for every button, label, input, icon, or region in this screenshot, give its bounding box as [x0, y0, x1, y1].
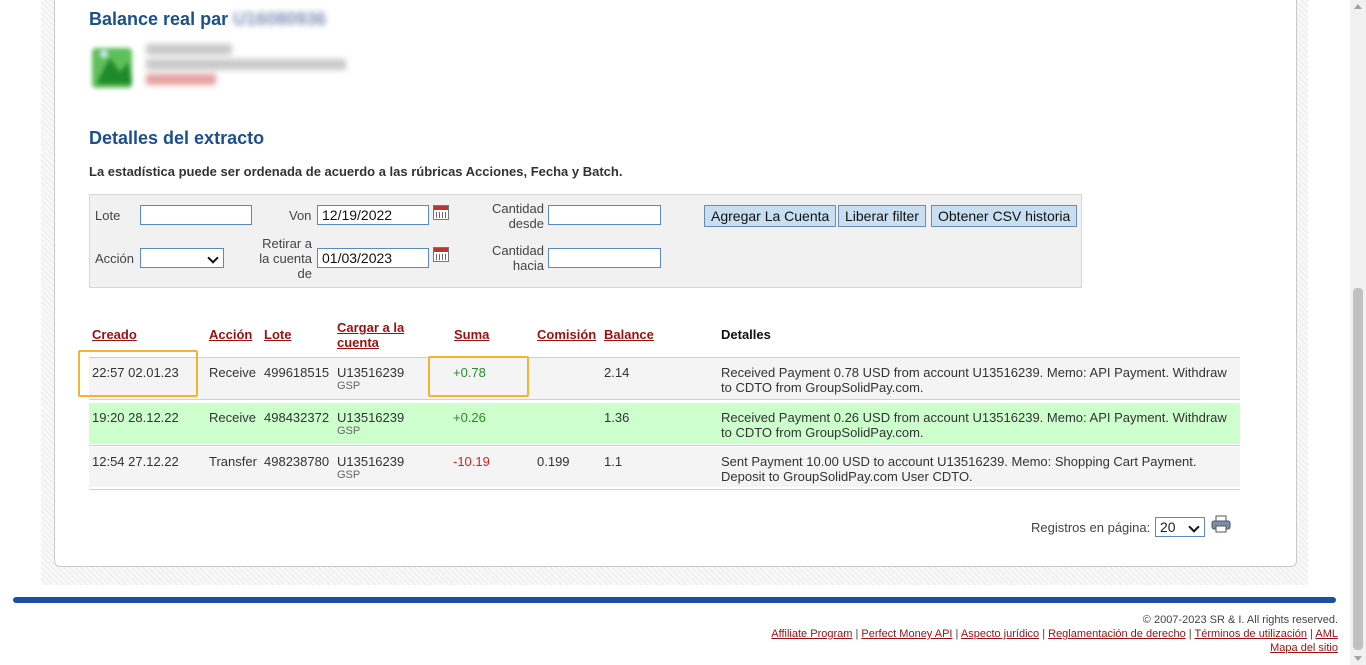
von-date-input[interactable]: [317, 205, 429, 225]
footer-links: Affiliate Program | Perfect Money API | …: [771, 628, 1338, 654]
col-header-suma[interactable]: Suma: [454, 327, 489, 342]
von-label: Von: [289, 208, 312, 223]
lote-input[interactable]: [140, 205, 252, 225]
balance-info-blurred: [146, 44, 346, 89]
retirar-label: Retirar a la cuenta de: [259, 236, 312, 281]
col-header-comision[interactable]: Comisión: [537, 327, 596, 342]
print-icon[interactable]: [1211, 515, 1231, 533]
highlight-amount: [428, 356, 529, 397]
scroll-up-icon[interactable]: [1354, 4, 1362, 9]
divider: [89, 445, 1240, 446]
col-header-cuenta[interactable]: Cargar a la cuenta: [337, 320, 404, 350]
account-id-blurred: U16080936: [233, 9, 327, 29]
footer-link-terms[interactable]: Términos de utilización: [1195, 628, 1308, 640]
scrollbar[interactable]: [1350, 0, 1366, 665]
col-header-creado[interactable]: Creado: [92, 327, 137, 342]
cantidad-desde-label: Cantidad desde: [491, 201, 544, 231]
cantidad-desde-input[interactable]: [548, 205, 661, 225]
footer-link-regulation[interactable]: Reglamentación de derecho: [1048, 628, 1186, 640]
retirar-date-input[interactable]: [317, 248, 429, 268]
lote-label: Lote: [95, 208, 121, 223]
col-header-balance[interactable]: Balance: [604, 327, 654, 342]
highlight-created-date: [78, 350, 198, 397]
wallet-icon: [92, 48, 132, 88]
col-header-accion[interactable]: Acción: [209, 327, 252, 342]
add-account-button[interactable]: Agregar La Cuenta: [704, 205, 837, 227]
footer-link-api[interactable]: Perfect Money API: [861, 628, 952, 640]
scroll-down-icon[interactable]: [1354, 656, 1362, 661]
accion-label: Acción: [95, 251, 135, 266]
footer-link-aml[interactable]: AML: [1315, 628, 1338, 640]
balance-title: Balance real par U16080936: [89, 9, 327, 29]
chevron-down-icon: [207, 252, 219, 264]
col-header-lote[interactable]: Lote: [264, 327, 291, 342]
cantidad-hasta-label: Cantidad hacia: [491, 243, 544, 273]
footer-link-legal[interactable]: Aspecto jurídico: [961, 628, 1039, 640]
accion-select[interactable]: [140, 248, 224, 268]
records-per-page-select[interactable]: 20: [1155, 517, 1205, 537]
chevron-down-icon: [1188, 521, 1200, 533]
footer-link-sitemap[interactable]: Mapa del sitio: [1270, 642, 1338, 654]
table-row: 19:20 28.12.22 Receive 498432372 U135162…: [89, 403, 1240, 444]
table-row: 22:57 02.01.23 Receive 499618515 U135162…: [89, 358, 1240, 399]
intro-text: La estadística puede ser ordenada de acu…: [89, 164, 623, 179]
divider: [89, 399, 1240, 400]
calendar-icon[interactable]: [433, 247, 449, 262]
copyright: © 2007-2023 SR & I. All rights reserved.: [1142, 614, 1338, 626]
divider: [89, 489, 1240, 490]
records-per-page-label: Registros en página:: [1031, 520, 1151, 535]
csv-export-button[interactable]: Obtener CSV historia: [931, 205, 1078, 227]
page-title: Detalles del extracto: [89, 128, 265, 148]
footer-link-affiliate[interactable]: Affiliate Program: [771, 628, 852, 640]
col-header-detalles: Detalles: [721, 327, 771, 342]
clear-filter-button[interactable]: Liberar filter: [838, 205, 926, 227]
scrollbar-thumb[interactable]: [1353, 288, 1363, 650]
table-row: 12:54 27.12.22 Transfer 498238780 U13516…: [89, 447, 1240, 487]
cantidad-hasta-input[interactable]: [548, 248, 661, 268]
calendar-icon[interactable]: [433, 205, 449, 220]
footer-divider: [13, 597, 1336, 603]
